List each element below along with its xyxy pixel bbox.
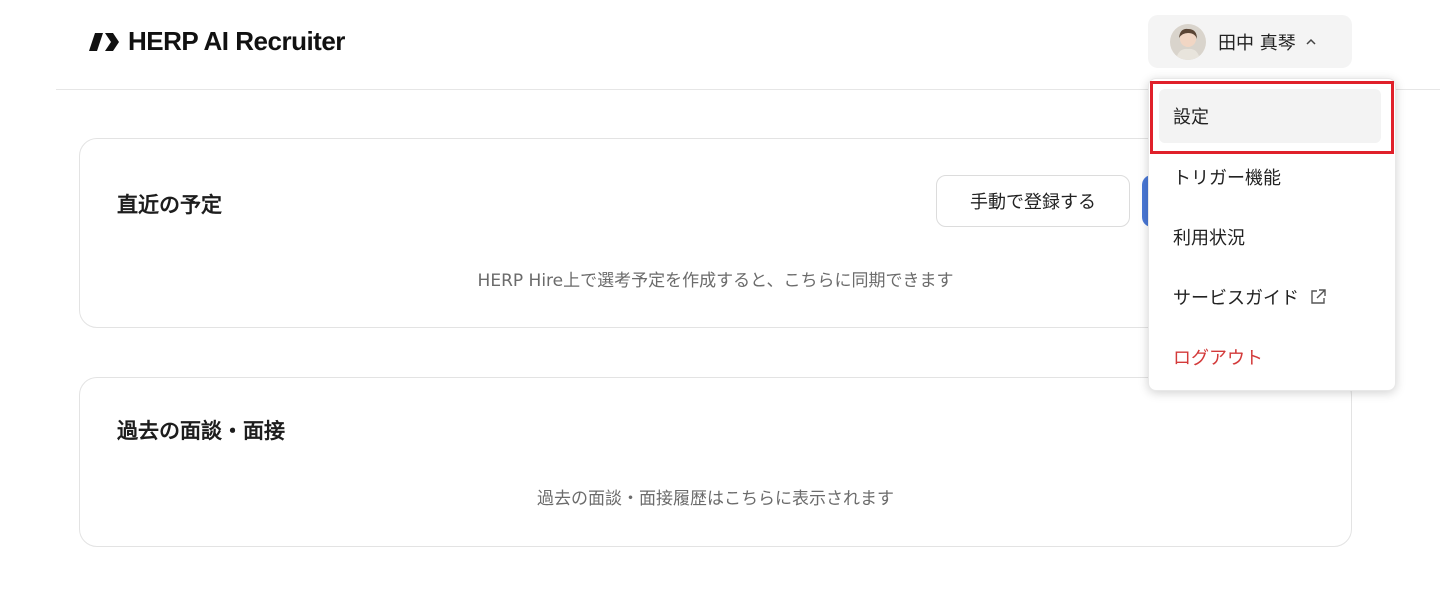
menu-item-trigger[interactable]: トリガー機能	[1149, 147, 1395, 207]
menu-item-usage[interactable]: 利用状況	[1149, 207, 1395, 267]
menu-item-label: 設定	[1173, 107, 1209, 128]
past-interviews-empty-text: 過去の面談・面接履歴はこちらに表示されます	[537, 489, 894, 509]
app-logo[interactable]: HERP AI Recruiter	[88, 26, 345, 57]
menu-item-logout[interactable]: ログアウト	[1149, 327, 1395, 387]
herp-logo-icon	[89, 32, 119, 51]
menu-item-label: サービスガイド	[1173, 288, 1299, 309]
menu-item-settings[interactable]: 設定	[1159, 89, 1381, 143]
user-menu-button[interactable]: 田中 真琴	[1148, 15, 1352, 68]
menu-item-label: 利用状況	[1173, 228, 1245, 249]
menu-item-label: ログアウト	[1173, 348, 1263, 369]
app-title: HERP AI Recruiter	[128, 26, 345, 56]
chevron-up-icon	[1306, 38, 1316, 45]
menu-item-service-guide[interactable]: サービスガイド	[1149, 267, 1395, 327]
manual-register-button[interactable]: 手動で登録する	[936, 175, 1130, 227]
user-name: 田中 真琴	[1218, 32, 1296, 54]
past-interviews-title: 過去の面談・面接	[117, 419, 285, 443]
past-interviews-card: 過去の面談・面接 過去の面談・面接履歴はこちらに表示されます	[79, 377, 1352, 547]
upcoming-schedule-title: 直近の予定	[117, 193, 222, 217]
user-dropdown-menu: 設定 トリガー機能 利用状況 サービスガイド ログアウト	[1148, 78, 1396, 391]
avatar	[1170, 23, 1206, 60]
menu-item-label: トリガー機能	[1173, 168, 1281, 189]
external-link-icon	[1311, 289, 1326, 304]
